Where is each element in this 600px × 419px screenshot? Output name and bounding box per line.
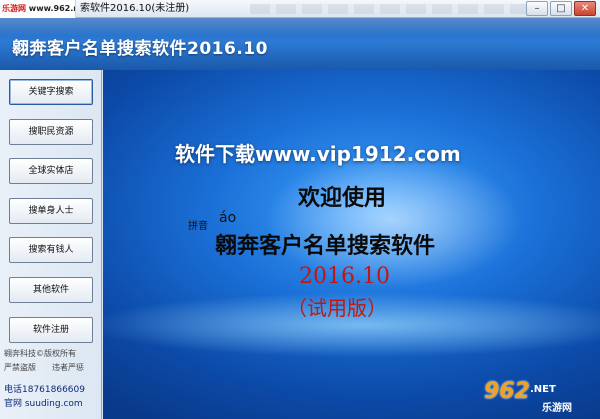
search-resources-button[interactable]: 搜职民资源 — [9, 119, 93, 145]
window-title: 索软件2016.10(未注册) — [80, 3, 190, 14]
window-controls: – □ ✕ — [526, 1, 596, 16]
warning-left-text: 严禁盗版 — [4, 363, 36, 372]
download-url-text: 软件下载www.vip1912.com — [175, 142, 461, 166]
copyright-text: 翱奔科技©版权所有 — [4, 349, 76, 358]
app-header: 翱奔客户名单搜索软件2016.10 — [0, 18, 600, 70]
watermark-net: .NET — [530, 384, 556, 395]
website-link[interactable]: 官网 suuding.com — [4, 396, 83, 409]
other-software-button[interactable]: 其他软件 — [9, 277, 93, 303]
watermark-cn: 乐游网 — [542, 403, 572, 414]
register-button[interactable]: 软件注册 — [9, 317, 93, 343]
minimize-button[interactable]: – — [526, 1, 548, 16]
pinyin-label: 拼音 — [188, 221, 208, 232]
welcome-splash: 软件下载www.vip1912.com 欢迎使用 拼音 áo 翱奔客户名单搜索软… — [103, 70, 600, 419]
trial-text: （试用版） — [287, 296, 387, 320]
warning-right-text: 违者严惩 — [52, 363, 84, 372]
watermark-number: 962 — [484, 379, 530, 404]
search-rich-button[interactable]: 搜索有钱人 — [9, 237, 93, 263]
keyword-search-button[interactable]: 关键字搜索 — [9, 79, 93, 105]
sidebar: 关键字搜索 搜职民资源 全球实体店 搜单身人士 搜索有钱人 其他软件 软件注册 … — [0, 70, 102, 419]
close-button[interactable]: ✕ — [574, 1, 596, 16]
maximize-button[interactable]: □ — [550, 1, 572, 16]
global-stores-button[interactable]: 全球实体店 — [9, 158, 93, 184]
pinyin-mark: áo — [219, 210, 237, 226]
title-blur — [250, 4, 530, 14]
site-watermark: 962 .NET 乐游网 — [484, 379, 594, 415]
window-titlebar[interactable]: 乐游网 www.962.net 索软件2016.10(未注册) – □ ✕ — [0, 0, 600, 18]
version-text: 2016.10 — [299, 264, 390, 289]
site-badge: 乐游网 www.962.net — [0, 0, 76, 18]
phone-text: 电话18761866609 — [4, 385, 85, 395]
product-name: 翱奔客户名单搜索软件 — [215, 234, 436, 259]
app-title: 翱奔客户名单搜索软件2016.10 — [12, 39, 268, 59]
site-badge-domain: www.962.net — [28, 4, 75, 13]
search-singles-button[interactable]: 搜单身人士 — [9, 198, 93, 224]
welcome-heading: 欢迎使用 — [298, 186, 387, 211]
site-badge-prefix: 乐游网 — [2, 4, 26, 13]
